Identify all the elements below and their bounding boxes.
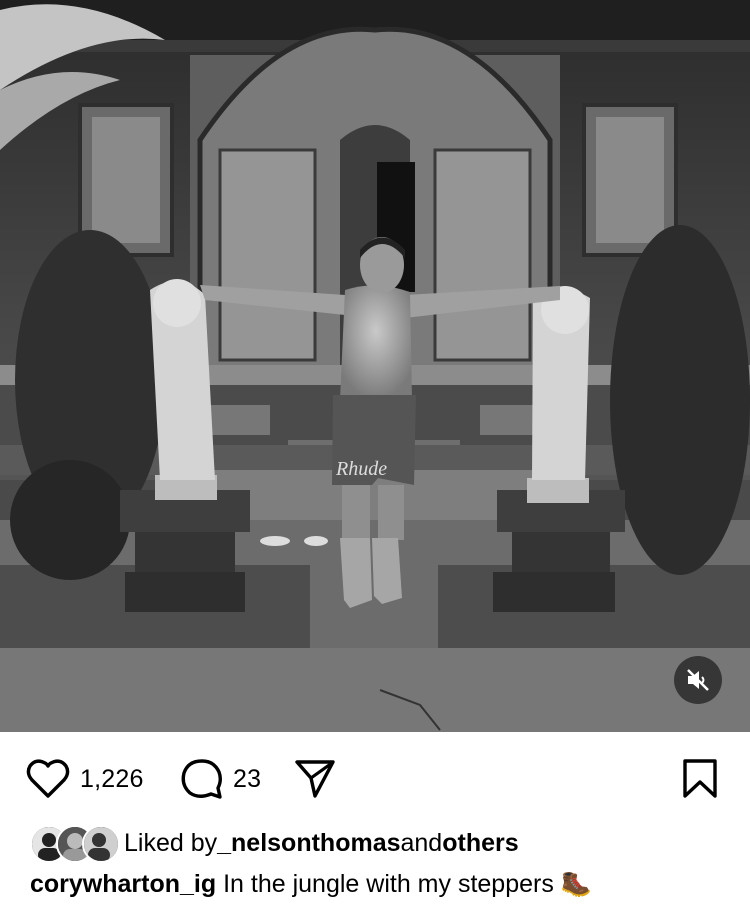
caption-text: In the jungle with my steppers 🥾 bbox=[223, 869, 592, 898]
svg-text:Rhude: Rhude bbox=[335, 458, 387, 480]
save-button[interactable] bbox=[682, 758, 718, 800]
bookmark-icon bbox=[683, 759, 717, 798]
avatar bbox=[82, 825, 120, 863]
comment-bubble-icon bbox=[181, 759, 222, 799]
post-photo: Rhude bbox=[0, 0, 750, 732]
caption-username[interactable]: corywharton_ig bbox=[30, 870, 216, 899]
liked-by-row[interactable]: Liked by _nelsonthomas and others bbox=[30, 823, 519, 863]
paper-plane-icon bbox=[295, 760, 335, 798]
heart-icon bbox=[26, 759, 70, 798]
post-media[interactable]: Rhude bbox=[0, 0, 750, 732]
comments-count[interactable]: 23 bbox=[233, 765, 261, 794]
comment-button[interactable]: 23 bbox=[181, 758, 261, 800]
like-button[interactable]: 1,226 bbox=[26, 758, 144, 800]
liked-by-conjunction: and bbox=[400, 828, 443, 857]
liked-by-username[interactable]: _nelsonthomas bbox=[217, 829, 400, 858]
post-action-bar: 1,226 23 bbox=[0, 732, 750, 824]
share-button[interactable] bbox=[294, 758, 336, 800]
likes-count[interactable]: 1,226 bbox=[80, 765, 144, 794]
liker-avatars[interactable] bbox=[30, 824, 120, 863]
liked-by-others[interactable]: others bbox=[442, 829, 518, 858]
liked-by-prefix: Liked by bbox=[124, 828, 218, 857]
mute-toggle-button[interactable] bbox=[674, 656, 722, 704]
speaker-muted-icon bbox=[687, 669, 709, 691]
post-caption: corywharton_ig In the jungle with my ste… bbox=[30, 864, 592, 904]
